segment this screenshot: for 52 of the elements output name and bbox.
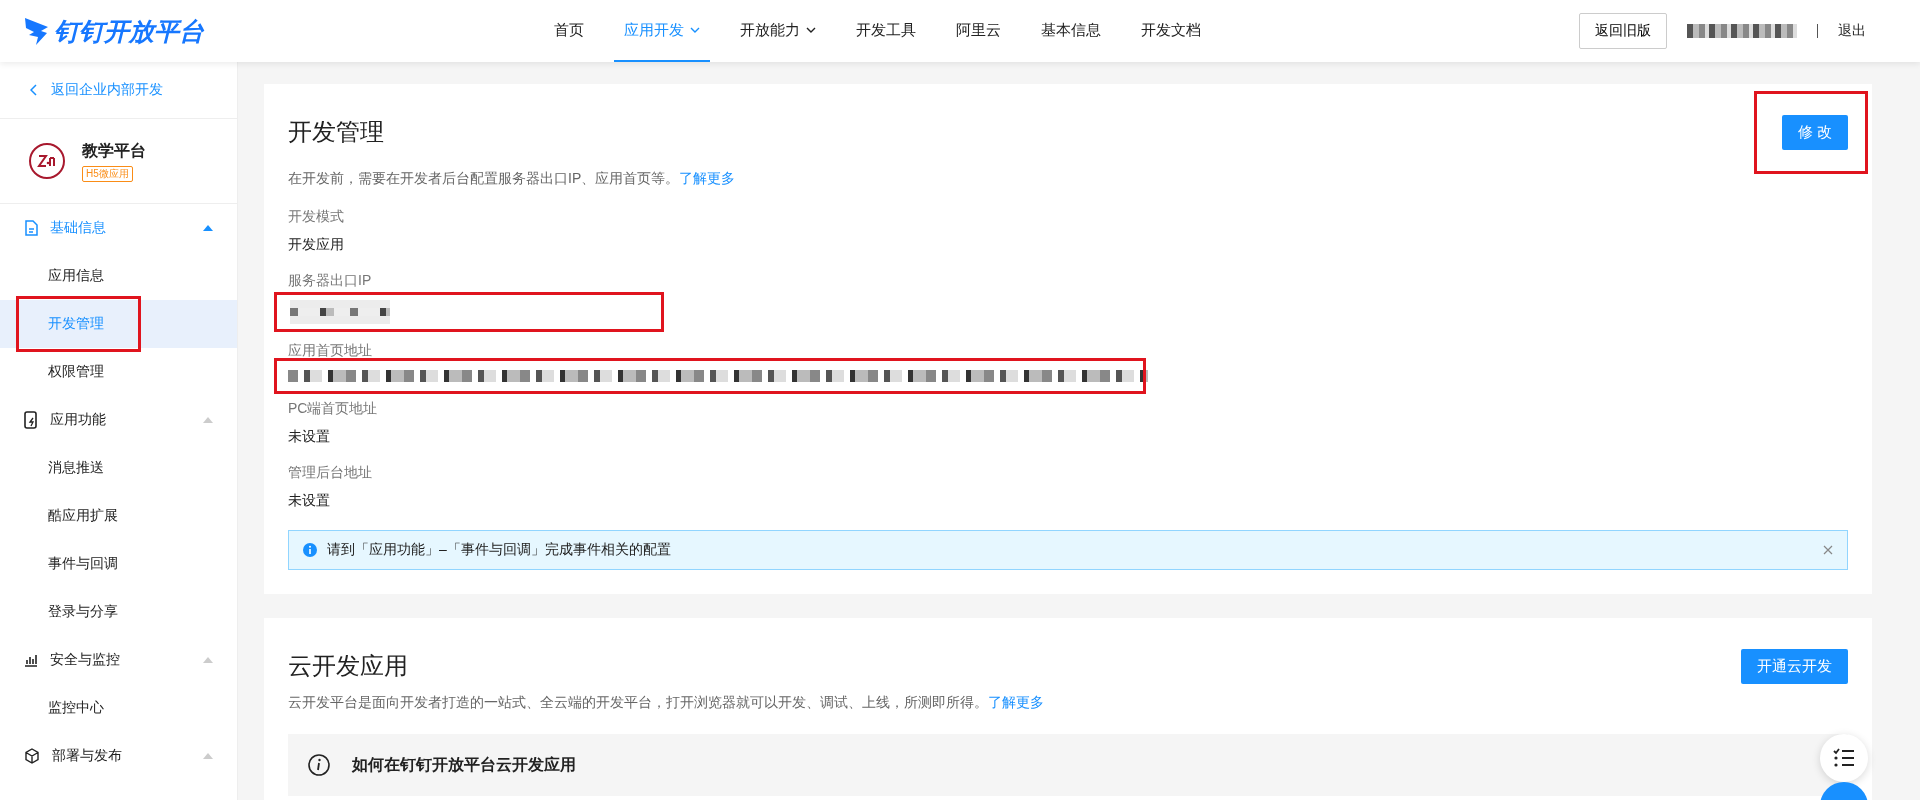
old-version-button[interactable]: 返回旧版 xyxy=(1579,13,1667,49)
menu-group-label: 应用功能 xyxy=(50,411,106,429)
menu-item[interactable]: 事件与回调 xyxy=(0,540,237,588)
bar-chart-icon xyxy=(24,653,38,667)
menu-item[interactable]: 监控中心 xyxy=(0,684,237,732)
nav-tab[interactable]: 开发工具 xyxy=(846,0,926,62)
app-logo-icon xyxy=(28,142,66,180)
field-value: 未设置 xyxy=(288,492,331,510)
menu-item[interactable]: 登录与分享 xyxy=(0,588,237,636)
menu-item[interactable]: 权限管理 xyxy=(0,348,237,396)
field-label: 服务器出口IP xyxy=(288,272,373,290)
menu-group[interactable]: 部署与发布 xyxy=(0,732,237,780)
chevron-down-icon xyxy=(806,27,816,33)
menu-group-label: 安全与监控 xyxy=(50,651,120,669)
notice-text: 请到「应用功能」–「事件与回调」完成事件相关的配置 xyxy=(327,541,671,559)
nav-tab[interactable]: 基本信息 xyxy=(1031,0,1111,62)
logout-link[interactable]: 退出 xyxy=(1838,22,1866,40)
nav-tab[interactable]: 开发文档 xyxy=(1131,0,1211,62)
document-icon xyxy=(24,220,38,236)
nav-tab[interactable]: 开放能力 xyxy=(730,0,826,62)
nav-tab[interactable]: 首页 xyxy=(544,0,594,62)
menu-group[interactable]: 应用功能 xyxy=(0,396,237,444)
menu-group-label: 部署与发布 xyxy=(52,747,122,765)
logo-text[interactable]: 钉钉开放平台 xyxy=(54,14,204,48)
chevron-down-icon xyxy=(690,27,700,33)
field-label: 开发模式 xyxy=(288,208,345,226)
menu-group[interactable]: 安全与监控 xyxy=(0,636,237,684)
section-description: 云开发平台是面向开发者打造的一站式、全云端的开发平台，打开浏览器就可以开发、调试、上线，所测即所得。了解更多 xyxy=(288,694,1045,712)
menu-item[interactable]: 消息推送 xyxy=(0,444,237,492)
app-name: 教学平台 xyxy=(82,140,146,161)
field-label: 应用首页地址 xyxy=(288,342,373,360)
app-type-tag: H5微应用 xyxy=(82,165,133,182)
menu-item[interactable]: 酷应用扩展 xyxy=(0,492,237,540)
close-icon[interactable] xyxy=(1823,545,1833,555)
menu-item[interactable]: 应用信息 xyxy=(0,252,237,300)
checklist-icon xyxy=(1833,748,1855,768)
field-value: 开发应用 xyxy=(288,236,345,254)
field-label: 管理后台地址 xyxy=(288,464,373,482)
section-title: 开发管理 xyxy=(288,117,384,147)
field-value: 未设置 xyxy=(288,428,331,446)
bird-logo-icon xyxy=(24,16,50,46)
menu-group-label: 基础信息 xyxy=(50,219,106,237)
chevron-left-icon xyxy=(30,84,37,96)
phone-icon xyxy=(24,411,38,429)
section-description: 在开发前，需要在开发者后台配置服务器出口IP、应用首页等。了解更多 xyxy=(288,170,737,188)
section-title: 云开发应用 xyxy=(288,651,408,681)
nav-tab[interactable]: 阿里云 xyxy=(946,0,1011,62)
field-label: PC端首页地址 xyxy=(288,400,379,418)
guide-title: 如何在钉钉开放平台云开发应用 xyxy=(352,754,576,775)
cube-icon xyxy=(24,748,40,764)
info-icon xyxy=(303,543,317,557)
info-icon xyxy=(308,754,330,776)
